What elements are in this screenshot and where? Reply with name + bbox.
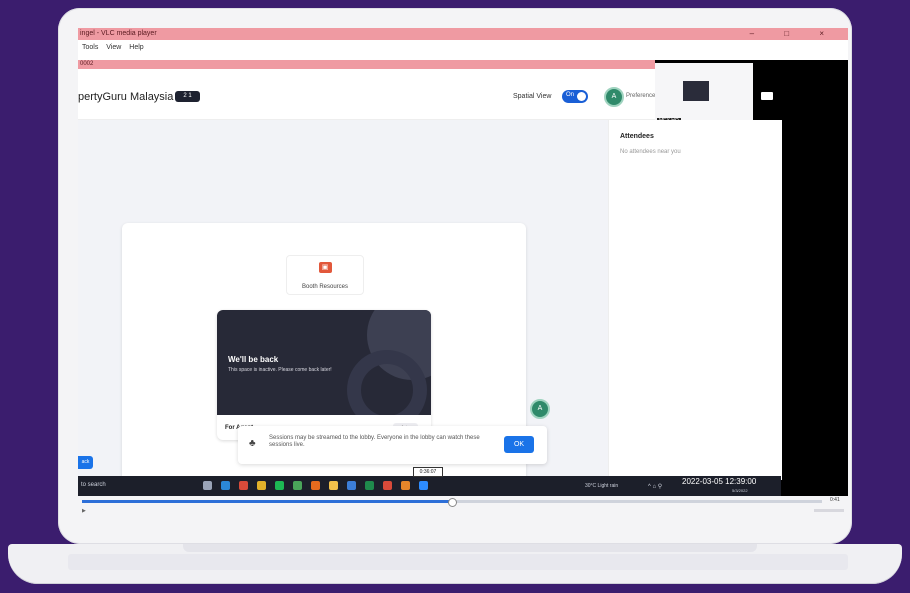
booth-card: ▣ Booth Resources We'll be back This spa… xyxy=(122,223,526,518)
taskbar-date: 5/3/2022 xyxy=(732,488,748,493)
preferences-label[interactable]: Preference xyxy=(626,93,655,99)
camera-icon[interactable] xyxy=(761,92,773,100)
toggle-label: On xyxy=(566,92,575,98)
attendees-title: Attendees xyxy=(620,133,654,140)
spatial-view-label: Spatial View xyxy=(513,93,552,100)
spotify-icon[interactable] xyxy=(275,481,284,490)
session-card[interactable]: We'll be back This space is inactive. Pl… xyxy=(217,310,431,440)
notification-text: Sessions may be streamed to the lobby. E… xyxy=(269,435,480,448)
zoom-icon[interactable] xyxy=(419,481,428,490)
seek-progress xyxy=(82,500,452,503)
window-controls[interactable]: – □ × xyxy=(750,28,838,40)
session-notification: ♣ Sessions may be streamed to the lobby.… xyxy=(238,426,547,464)
taskbar-search[interactable]: to search xyxy=(81,482,106,488)
seek-handle[interactable] xyxy=(448,498,457,507)
photos-icon[interactable] xyxy=(347,481,356,490)
file-explorer-icon[interactable] xyxy=(329,481,338,490)
spatial-view-toggle[interactable]: On xyxy=(562,90,588,103)
app-orange-icon[interactable] xyxy=(401,481,410,490)
play-icon[interactable]: ▶ xyxy=(82,508,86,514)
menu-view[interactable]: View xyxy=(106,44,121,51)
vlc-menu-bar: Tools View Help xyxy=(78,40,848,60)
ok-button[interactable]: OK xyxy=(504,436,534,453)
attendees-empty-text: No attendees near you xyxy=(620,149,681,155)
session-subtitle: This space is inactive. Please come back… xyxy=(228,367,332,373)
firefox-icon[interactable] xyxy=(311,481,320,490)
toggle-knob xyxy=(577,92,586,101)
time-tooltip: 0:36:07 xyxy=(413,467,443,477)
attendees-panel: Attendees No attendees near you xyxy=(608,120,782,480)
vlc-title: ingel - VLC media player xyxy=(80,30,157,37)
app-header: pertyGuru Malaysia 2 1 Spatial View On A… xyxy=(78,69,655,120)
keyboard-edge xyxy=(68,554,848,570)
menu-tools[interactable]: Tools xyxy=(82,44,98,51)
chrome-profile-icon[interactable] xyxy=(293,481,302,490)
megaphone-icon: ♣ xyxy=(249,438,256,449)
volume-slider[interactable] xyxy=(814,509,844,512)
excel-icon[interactable] xyxy=(365,481,374,490)
booth-resources-button[interactable]: ▣ Booth Resources xyxy=(286,255,364,295)
pip-thumbnail: MEX HQ xyxy=(655,63,753,125)
timestamp-overlay: 2022-03-05 12:39:00 xyxy=(682,477,757,486)
edge-icon[interactable] xyxy=(221,481,230,490)
laptop-base xyxy=(8,544,902,584)
chrome-icon[interactable] xyxy=(239,481,248,490)
vlc-strip-text: 0002 xyxy=(80,61,94,67)
laptop-notch xyxy=(183,544,757,552)
end-time: 0:41 xyxy=(830,497,840,503)
session-video: We'll be back This space is inactive. Pl… xyxy=(217,310,431,415)
pip-card xyxy=(683,81,709,101)
count-badge[interactable]: 2 1 xyxy=(175,91,200,102)
taskbar: to search 0:36:07 30°C Light rain ^ ⌂ ⚲ … xyxy=(78,467,781,496)
user-avatar[interactable]: A xyxy=(530,399,550,419)
booth-resources-label: Booth Resources xyxy=(301,284,349,290)
screen: ingel - VLC media player – □ × Tools Vie… xyxy=(78,28,848,518)
task-view-icon[interactable] xyxy=(203,481,212,490)
session-title: We'll be back xyxy=(228,355,279,364)
seek-bar[interactable] xyxy=(82,498,822,507)
page-title: pertyGuru Malaysia xyxy=(78,91,174,103)
weather-widget[interactable]: 30°C Light rain xyxy=(585,483,618,489)
vlc-title-bar: ingel - VLC media player – □ × xyxy=(78,28,848,40)
menu-help[interactable]: Help xyxy=(129,44,143,51)
system-tray[interactable]: ^ ⌂ ⚲ xyxy=(648,483,662,490)
app-red-icon[interactable] xyxy=(383,481,392,490)
back-button[interactable]: ack xyxy=(78,456,93,469)
chrome-alt-icon[interactable] xyxy=(257,481,266,490)
vlc-controls: 0:41 ▶ xyxy=(78,496,848,518)
avatar[interactable]: A xyxy=(604,87,624,107)
briefcase-icon: ▣ xyxy=(318,262,332,273)
